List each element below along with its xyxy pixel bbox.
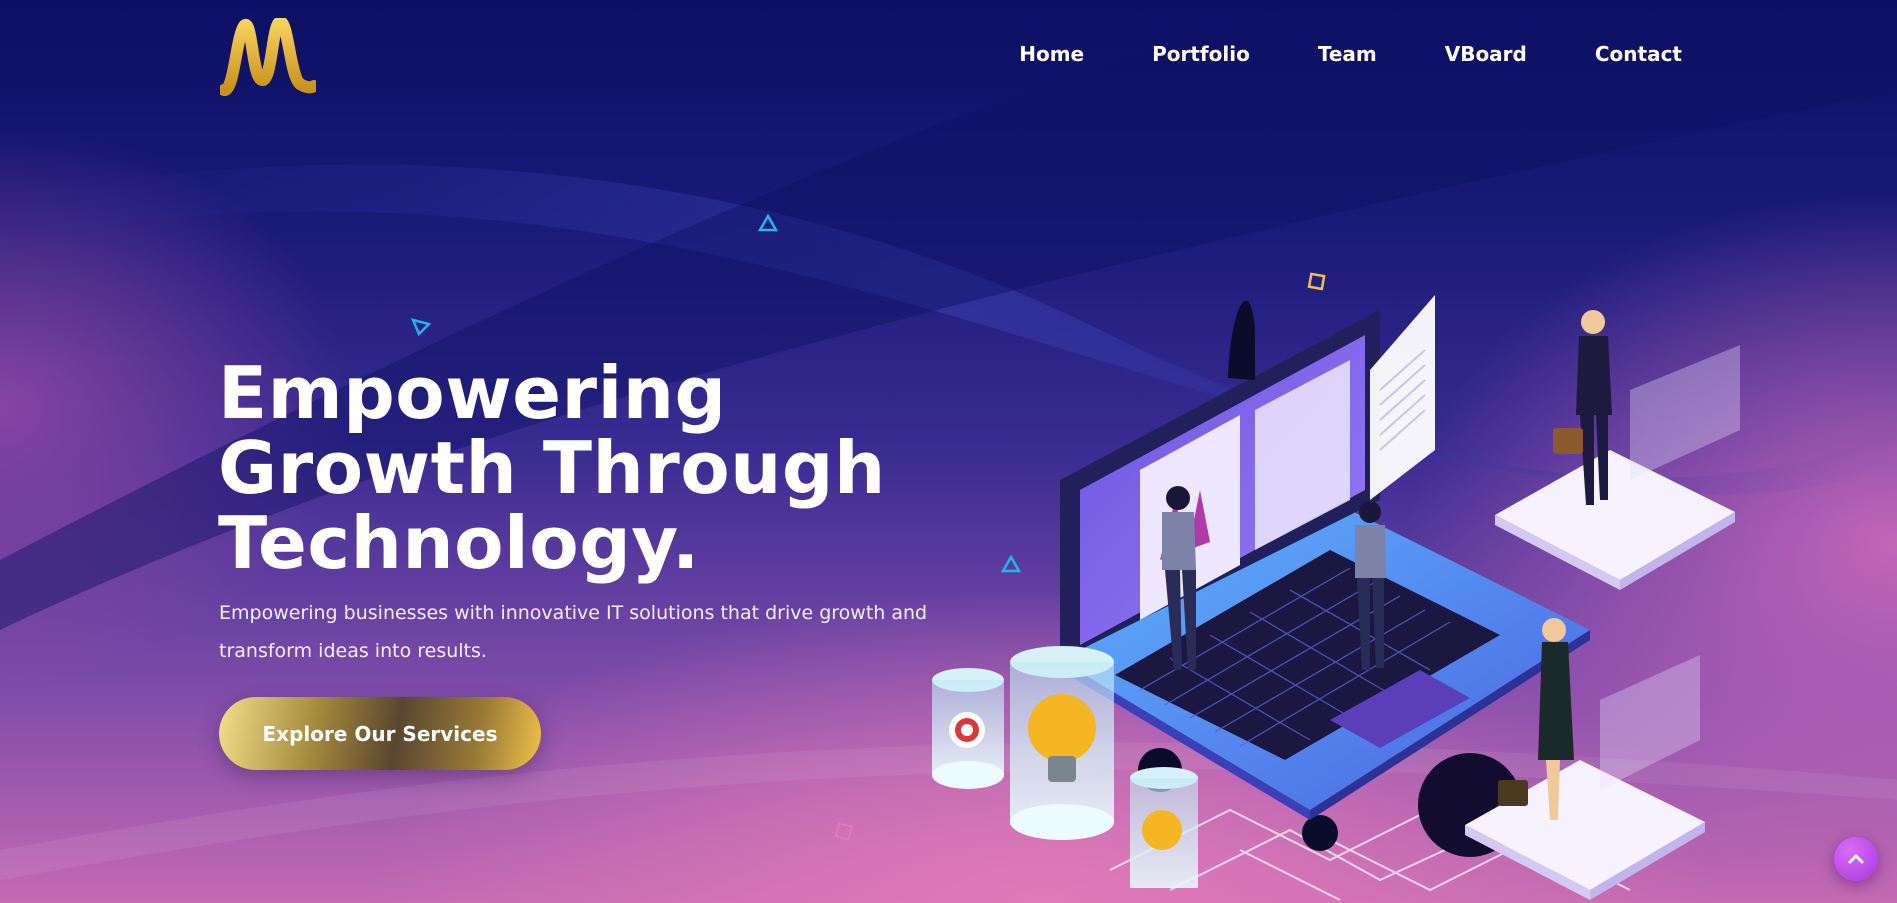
nav-contact[interactable]: Contact bbox=[1595, 42, 1682, 66]
isometric-laptop-team-illustration bbox=[932, 295, 1740, 901]
hero-title-line: Growth Through bbox=[218, 426, 886, 510]
hero-title-line: Technology. bbox=[218, 501, 700, 585]
scroll-to-top-button[interactable] bbox=[1834, 837, 1878, 881]
triangle-deco-icon bbox=[411, 318, 431, 336]
triangle-deco-icon bbox=[758, 214, 778, 232]
brand-logo[interactable] bbox=[218, 15, 320, 96]
square-deco-icon bbox=[834, 822, 853, 841]
m-wave-logo-icon bbox=[218, 15, 320, 96]
explore-services-button[interactable]: Explore Our Services bbox=[219, 697, 541, 770]
main-nav: Home Portfolio Team VBoard Contact bbox=[1019, 42, 1682, 66]
chevron-up-icon bbox=[1848, 854, 1864, 864]
nav-vboard[interactable]: VBoard bbox=[1445, 42, 1527, 66]
nav-team[interactable]: Team bbox=[1318, 42, 1377, 66]
hero-title: Empowering Growth Through Technology. bbox=[218, 356, 938, 581]
nav-home[interactable]: Home bbox=[1019, 42, 1084, 66]
hero-title-line: Empowering bbox=[218, 351, 727, 435]
nav-portfolio[interactable]: Portfolio bbox=[1152, 42, 1250, 66]
hero-subtitle: Empowering businesses with innovative IT… bbox=[219, 602, 928, 662]
